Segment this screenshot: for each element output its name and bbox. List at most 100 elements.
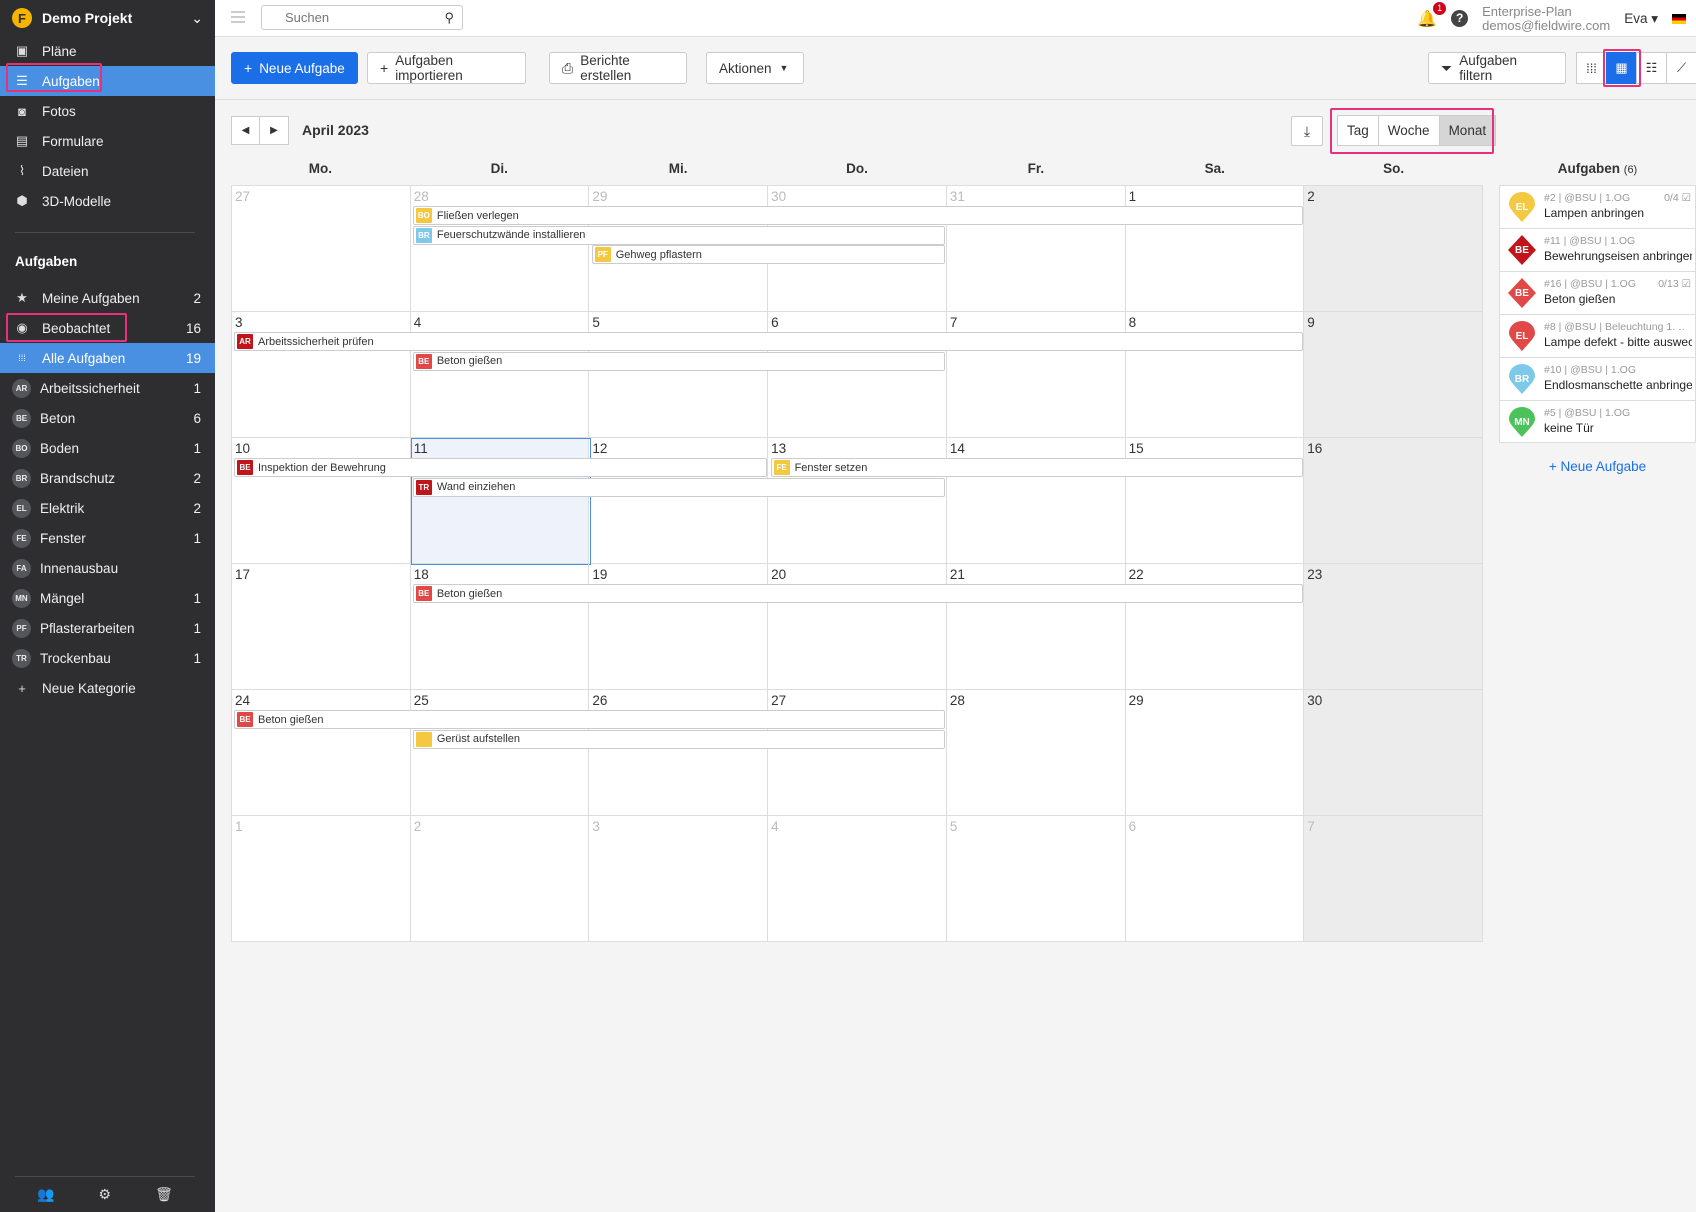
day-cell[interactable]: 5 [946,816,1126,942]
day-cell[interactable]: 24 [232,690,411,816]
day-cell[interactable]: 7 [946,312,1126,438]
day-cell[interactable]: 8 [1125,312,1305,438]
category-fenster[interactable]: FE Fenster 1 [0,523,215,553]
task-card[interactable]: EL #8 | @BSU | Beleuchtung 1. … Lampe defe… [1499,314,1696,357]
day-cell[interactable]: 15 [1125,438,1305,564]
create-reports-button[interactable]: ⎙ Berichte erstellen [549,52,687,84]
category-innenausbau[interactable]: FA Innenausbau [0,553,215,583]
day-cell[interactable]: 21 [946,564,1126,690]
task-event[interactable]: BE Beton gießen [412,584,1304,603]
new-task-link[interactable]: + Neue Aufgabe [1499,459,1696,474]
category-brandschutz[interactable]: BR Brandschutz 2 [0,463,215,493]
sidebar-item-meine-aufgaben[interactable]: ★ Meine Aufgaben 2 [0,283,215,313]
day-cell[interactable]: 1 [1125,186,1305,312]
task-card[interactable]: BE #11 | @BSU | 1.OG Bewehrungseisen anbri… [1499,228,1696,271]
day-cell[interactable]: 27 [768,690,947,816]
day-cell[interactable]: 2 [410,816,590,942]
day-cell[interactable]: 1 [232,816,411,942]
sidebar-item-formulare[interactable]: ▤ Formulare [0,126,215,156]
day-cell[interactable]: 7 [1304,816,1483,942]
calendar-week: 24 25 26 27 28 29 30 BE Beton gießen Gerüst aufst… [232,690,1483,816]
download-icon[interactable]: ⤓ [1291,116,1323,146]
new-task-button[interactable]: + Neue Aufgabe [231,52,358,84]
search-box[interactable]: ⚲ [261,5,463,30]
day-cell[interactable]: 2 [1304,186,1483,312]
day-cell[interactable]: 18 [410,564,590,690]
help-icon[interactable]: ? [1451,10,1469,27]
day-cell[interactable]: 30 [1304,690,1483,816]
category-arbeitssicherheit[interactable]: AR Arbeitssicherheit 1 [0,373,215,403]
task-event[interactable]: AR Arbeitssicherheit prüfen [234,332,1304,351]
day-cell[interactable]: 14 [946,438,1126,564]
day-cell[interactable]: 5 [589,312,769,438]
chevron-down-icon[interactable]: ⌄ [191,10,203,27]
task-event[interactable]: BR Feuerschutzwände installieren [412,225,946,245]
day-cell[interactable]: 3 [589,816,769,942]
category-beton[interactable]: BE Beton 6 [0,403,215,433]
day-cell[interactable]: 9 [1304,312,1483,438]
trash-icon[interactable]: 🗑 [155,1186,173,1203]
day-cell[interactable]: 6 [1125,816,1305,942]
notifications-bell-icon[interactable]: 🔔 1 [1417,1,1447,29]
day-cell[interactable]: 6 [768,312,947,438]
task-card[interactable]: BE #16 | @BSU | 1.OG Beton gießen 0/13 ☑ [1499,271,1696,314]
sidebar-item-dateien[interactable]: ⌇ Dateien [0,156,215,186]
prev-month-icon[interactable]: ◀ [231,116,260,145]
gear-icon[interactable]: ⚙ [99,1186,112,1203]
day-cell[interactable]: 17 [232,564,411,690]
day-cell[interactable]: 28 [946,690,1126,816]
day-cell[interactable]: 4 [768,816,947,942]
day-cell[interactable]: 12 [589,438,769,564]
day-cell[interactable]: 29 [1125,690,1305,816]
category-m-ngel[interactable]: MN Mängel 1 [0,583,215,613]
task-event[interactable]: TR Wand einziehen [412,477,946,497]
day-cell[interactable]: 16 [1304,438,1483,564]
actions-dropdown[interactable]: Aktionen ▼ [706,52,804,84]
filter-tasks-button[interactable]: ⏷ Aufgaben filtern [1428,52,1566,84]
chart-view-icon[interactable]: ⟋ [1666,52,1696,84]
project-switcher[interactable]: F Demo Projekt ⌄ [0,0,215,36]
search-input[interactable] [285,10,445,25]
day-cell[interactable]: 23 [1304,564,1483,690]
sidebar-item-3d-modelle[interactable]: ⬢ 3D-Modelle [0,186,215,216]
day-cell[interactable]: 25 [410,690,590,816]
day-cell[interactable]: 26 [589,690,769,816]
task-event[interactable]: BO Fließen verlegen [412,206,1304,225]
account-info[interactable]: Enterprise-Plan demos@fieldwire.com [1482,4,1610,33]
category-trockenbau[interactable]: TR Trockenbau 1 [0,643,215,673]
language-flag-icon[interactable] [1672,13,1686,24]
category-elektrik[interactable]: EL Elektrik 2 [0,493,215,523]
day-cell[interactable]: 31 [946,186,1126,312]
task-event[interactable]: PF Gehweg pflastern [591,245,946,264]
day-cell[interactable]: 13 [768,438,947,564]
day-cell[interactable]: 10 [232,438,411,564]
sidebar-item-pl-ne[interactable]: ▣ Pläne [0,36,215,66]
day-cell[interactable]: 22 [1125,564,1305,690]
search-icon[interactable]: ⚲ [444,10,454,26]
menu-icon[interactable] [231,11,245,23]
day-cell[interactable]: 3 [232,312,411,438]
task-event[interactable]: BE Inspektion der Bewehrung [234,458,767,477]
day-cell[interactable]: 28 [410,186,590,312]
import-tasks-button[interactable]: + Aufgaben importieren [367,52,526,84]
task-event[interactable]: BE Beton gießen [412,351,946,371]
task-card[interactable]: EL #2 | @BSU | 1.OG Lampen anbringen 0/4 ☑ [1499,185,1696,228]
day-cell[interactable]: 4 [410,312,590,438]
user-menu[interactable]: Eva ▾ [1624,11,1658,27]
sidebar-item-alle-aufgaben[interactable]: ⁞⁞⁞ Alle Aufgaben 19 [0,343,215,373]
sidebar-item-fotos[interactable]: ◙ Fotos [0,96,215,126]
category-boden[interactable]: BO Boden 1 [0,433,215,463]
task-card[interactable]: BR #10 | @BSU | 1.OG Endlosmanschette anbr… [1499,357,1696,400]
day-cell[interactable]: 27 [232,186,411,312]
task-card[interactable]: MN #5 | @BSU | 1.OG keine Tür [1499,400,1696,443]
next-month-icon[interactable]: ▶ [260,116,289,145]
day-cell[interactable]: 20 [768,564,947,690]
task-title: Endlosmanschette anbringen [1544,378,1692,392]
category-pflasterarbeiten[interactable]: PF Pflasterarbeiten 1 [0,613,215,643]
task-event[interactable]: Gerüst aufstellen [412,729,946,749]
users-icon[interactable]: 👥 [37,1186,54,1203]
task-event[interactable]: FE Fenster setzen [770,458,1304,477]
task-event[interactable]: BE Beton gießen [234,710,946,729]
day-cell[interactable]: 19 [589,564,769,690]
new-category-button[interactable]: + Neue Kategorie [0,673,215,703]
